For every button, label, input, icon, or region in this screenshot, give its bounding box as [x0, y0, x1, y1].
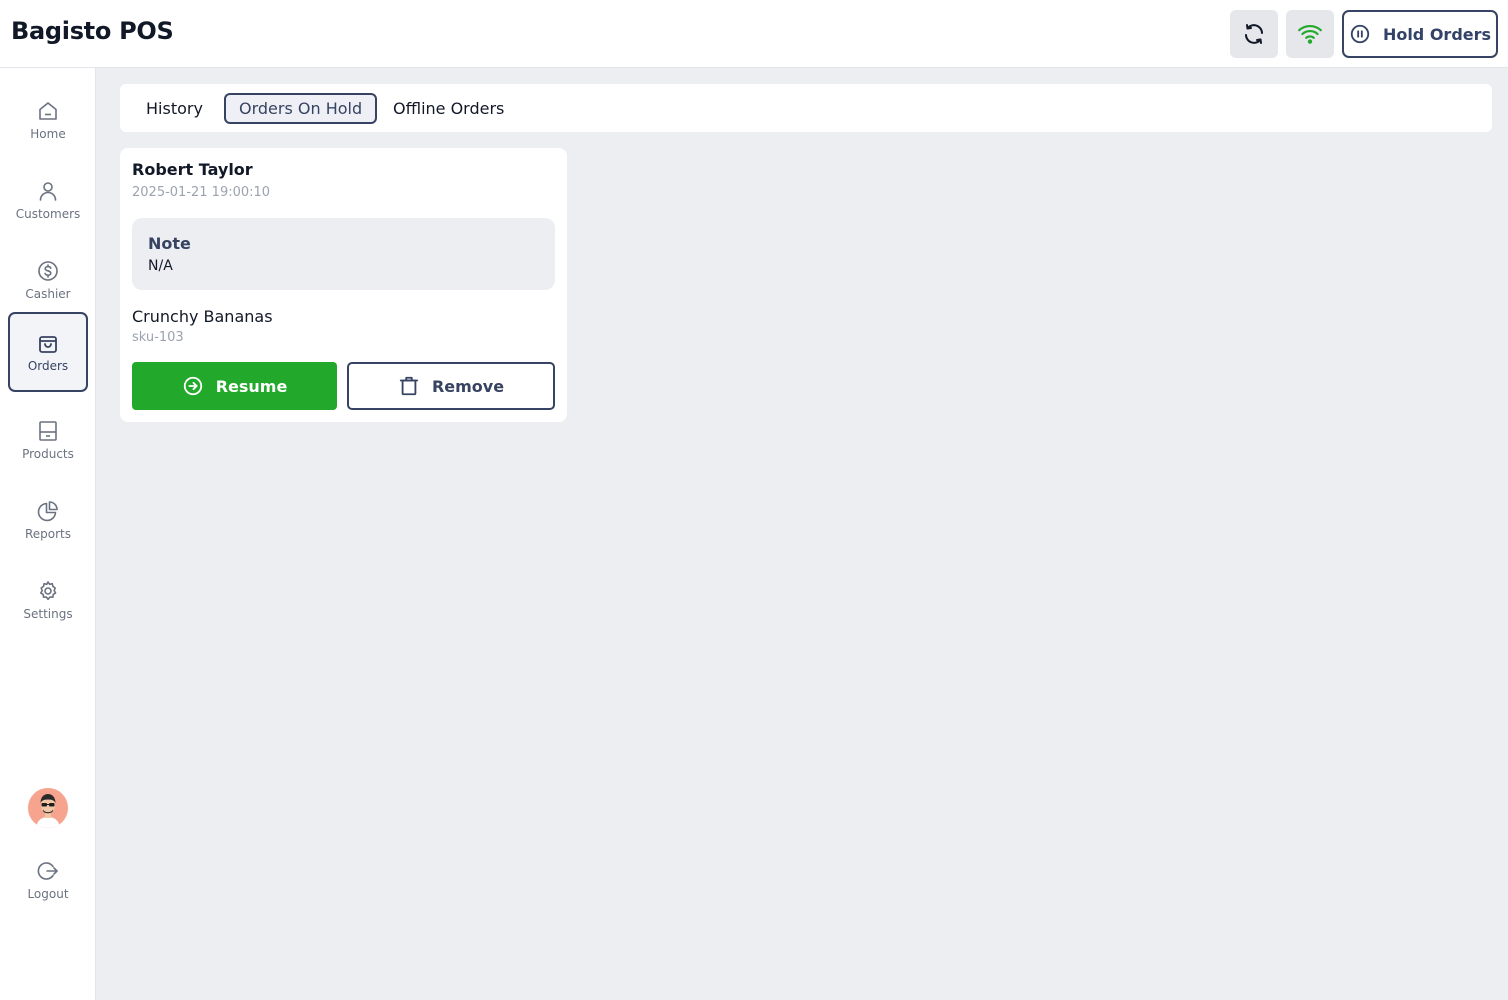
sidebar-item-label: Orders: [27, 359, 69, 373]
shopping-bag-icon: [39, 336, 57, 353]
logout-icon: [37, 862, 58, 880]
resume-label: Resume: [215, 376, 288, 396]
order-timestamp: 2025-01-21 19:00:10: [132, 185, 271, 200]
hold-orders-button[interactable]: Hold Orders: [1342, 10, 1498, 58]
user-icon: [39, 182, 57, 201]
sidebar-item-cashier[interactable]: Cashier: [8, 240, 88, 320]
orders-tabs: History Orders On Hold Offline Orders: [120, 84, 1492, 132]
pie-chart-icon: [37, 501, 58, 522]
hold-orders-label: Hold Orders: [1382, 24, 1492, 44]
sidebar-item-products[interactable]: Products: [8, 400, 88, 480]
sidebar-item-customers[interactable]: Customers: [8, 160, 88, 240]
note-value: N/A: [148, 258, 173, 274]
avatar[interactable]: [28, 788, 68, 828]
home-icon: [39, 102, 57, 120]
sidebar-item-label: Home: [30, 127, 66, 141]
top-bar: Bagisto POS Hold Orders: [0, 0, 1508, 68]
app-title: Bagisto POS: [11, 17, 174, 45]
network-status-button[interactable]: [1286, 10, 1334, 58]
sidebar-item-settings[interactable]: Settings: [8, 560, 88, 640]
gear-icon: [40, 581, 57, 601]
sync-button[interactable]: [1230, 10, 1278, 58]
arrow-right-circle-icon: [183, 376, 202, 396]
tab-orders-on-hold[interactable]: Orders On Hold: [224, 93, 378, 124]
logout-label: Logout: [27, 887, 69, 901]
product-name: Crunchy Bananas: [132, 307, 273, 326]
sidebar-item-label: Cashier: [25, 287, 71, 301]
sidebar-item-label: Reports: [24, 527, 72, 541]
note-box: Note N/A: [132, 218, 555, 290]
sidebar-item-label: Customers: [15, 207, 81, 221]
refresh-icon: [1245, 24, 1263, 44]
tab-offline-orders[interactable]: Offline Orders: [380, 93, 517, 124]
remove-label: Remove: [431, 376, 505, 396]
resume-button[interactable]: Resume: [132, 362, 337, 410]
tab-history[interactable]: History: [133, 93, 216, 124]
product-box-icon: [39, 421, 57, 441]
customer-name: Robert Taylor: [132, 160, 253, 179]
sidebar-item-label: Products: [22, 447, 74, 461]
sidebar: Home Customers Cashier Orders Products R…: [0, 68, 96, 1000]
remove-button[interactable]: Remove: [347, 362, 555, 410]
wifi-icon: [1298, 24, 1322, 44]
sidebar-item-orders[interactable]: Orders: [8, 312, 88, 392]
sidebar-item-home[interactable]: Home: [8, 80, 88, 160]
pause-circle-icon: [1350, 24, 1370, 44]
avatar-illustration: [28, 788, 68, 828]
sidebar-item-reports[interactable]: Reports: [8, 480, 88, 560]
trash-icon: [399, 376, 419, 396]
hold-order-card: Robert Taylor 2025-01-21 19:00:10 Note N…: [120, 148, 567, 422]
note-label: Note: [148, 234, 191, 253]
sidebar-item-label: Settings: [23, 607, 73, 621]
logout-button[interactable]: Logout: [8, 840, 88, 920]
product-sku: sku-103: [132, 330, 184, 345]
dollar-circle-icon: [38, 261, 58, 281]
